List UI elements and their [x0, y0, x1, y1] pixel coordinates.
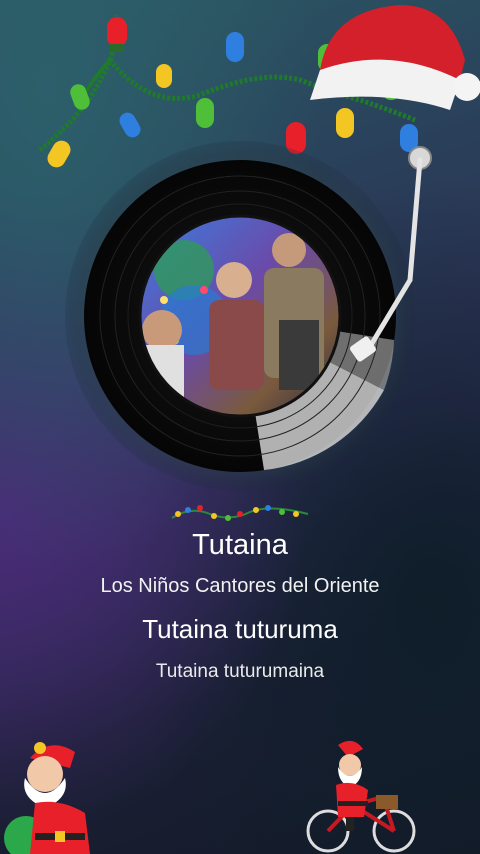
artist-name: Los Niños Cantores del Oriente	[100, 575, 380, 597]
santa-bicycle-icon	[306, 740, 416, 853]
mini-lights-icon	[171, 505, 309, 521]
santa-hat-icon	[310, 5, 480, 110]
tonearm-icon[interactable]	[330, 140, 450, 380]
lyric-next-line: Tutaina tuturumaina	[155, 661, 325, 682]
bulb-red-1-icon	[107, 17, 127, 52]
song-title: Tutaina	[192, 529, 288, 561]
lyric-current-line: Tutaina tuturuma	[142, 614, 338, 644]
santa-gift-icon	[4, 742, 90, 854]
